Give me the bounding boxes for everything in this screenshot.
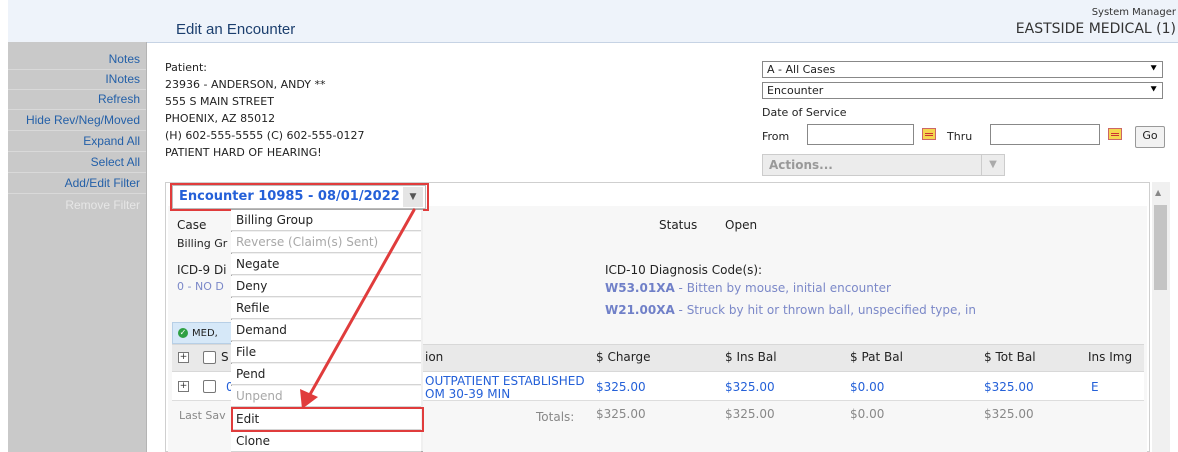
annotation-arrow-icon: [300, 208, 416, 409]
